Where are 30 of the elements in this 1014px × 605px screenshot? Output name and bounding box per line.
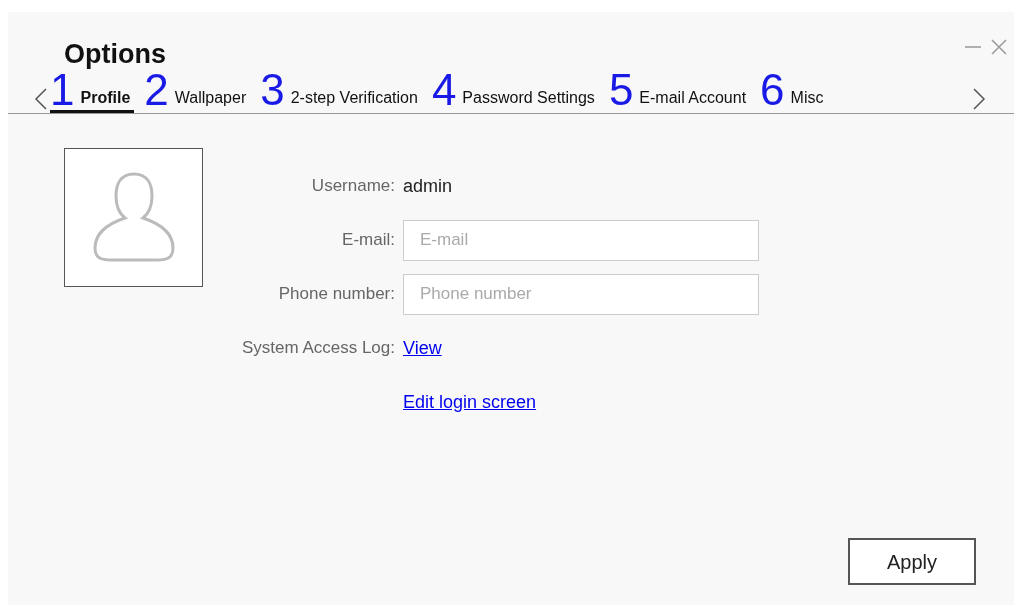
tab[interactable]: 4 Password Settings	[431, 73, 599, 113]
tab[interactable]: 1 Profile	[50, 73, 135, 113]
tab-label: Misc	[790, 90, 824, 108]
edit-login-screen-link[interactable]: Edit login screen	[403, 388, 537, 416]
tab-label: Wallpaper	[174, 90, 247, 108]
view-link[interactable]: View	[403, 334, 442, 362]
number-marker: 3	[260, 73, 285, 110]
tab-label: E-mail Account	[639, 90, 747, 108]
field-label: Username:	[310, 175, 396, 198]
phone-field[interactable]: Phone number	[403, 273, 759, 315]
tab[interactable]: 5 E-mail Account	[608, 73, 751, 113]
email-field[interactable]: E-mail	[403, 219, 759, 261]
username-value: admin	[403, 174, 453, 198]
field-label: System Access Log:	[240, 337, 396, 360]
tab[interactable]: 2 Wallpaper	[144, 73, 251, 113]
tab-label: Profile	[80, 90, 131, 108]
number-marker: 1	[50, 73, 75, 110]
field-label: E-mail:	[341, 229, 396, 252]
number-marker: 4	[431, 73, 457, 110]
tab[interactable]: 6 Misc	[760, 73, 828, 113]
number-marker: 6	[760, 73, 785, 110]
tab-label: Password Settings	[462, 90, 595, 108]
window-title: Options	[64, 38, 166, 70]
close-icon[interactable]	[990, 38, 1008, 56]
apply-button[interactable]: Apply	[848, 538, 976, 585]
field-label: Phone number:	[277, 283, 396, 306]
tab-label: 2-step Verification	[290, 90, 418, 108]
number-marker: 2	[144, 73, 169, 110]
number-marker: 5	[608, 73, 634, 110]
tab[interactable]: 3 2-step Verification	[260, 73, 422, 113]
